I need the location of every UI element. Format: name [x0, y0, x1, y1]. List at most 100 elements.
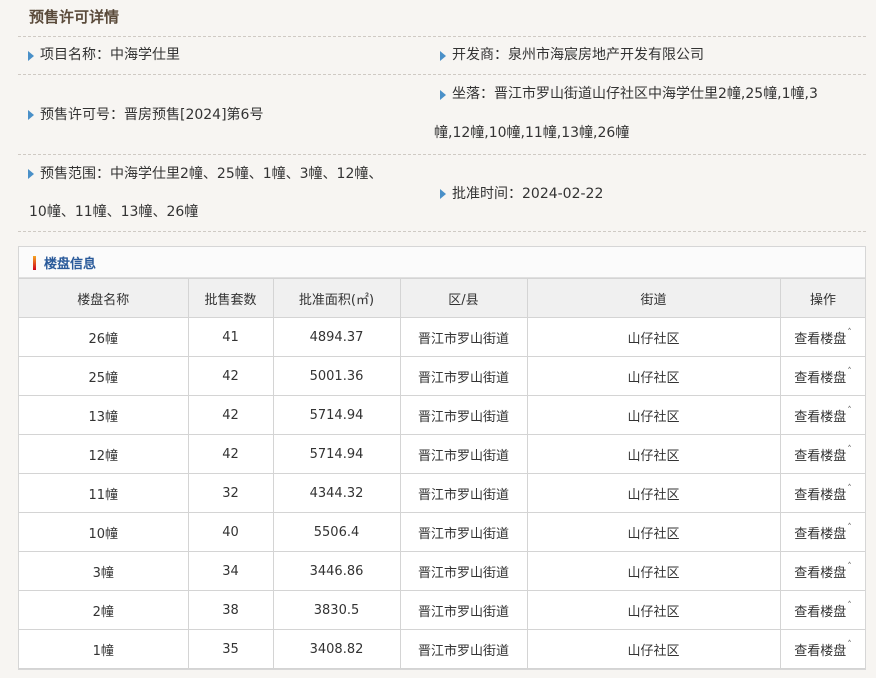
triangle-right-icon [440, 90, 446, 100]
column-header: 批准面积(㎡) [272, 278, 401, 318]
area-cell: 5506.4 [272, 512, 401, 552]
view-building-link[interactable]: 查看楼盘 [794, 449, 852, 464]
units-cell: 38 [187, 590, 274, 630]
area-cell: 3830.5 [272, 590, 401, 630]
section-marker-icon [33, 256, 36, 270]
area-cell: 5714.94 [272, 395, 401, 435]
building-table: 楼盘名称 批售套数 批准面积(㎡) 区/县 街道 操作 26幢 41 4894.37… [19, 278, 865, 669]
building-name-cell: 2幢 [19, 590, 189, 630]
view-building-link[interactable]: 查看楼盘 [794, 332, 852, 347]
table-row: 3幢 34 3446.86 晋江市罗山街道 山仔社区 查看楼盘 [19, 551, 865, 591]
permit-number-field: 预售许可号：晋房预售[2024]第6号 [18, 75, 430, 154]
street-cell: 山仔社区 [526, 356, 781, 396]
action-cell: 查看楼盘 [779, 473, 865, 513]
project-name-field: 项目名称：中海学仕里 [18, 37, 430, 74]
column-header: 区/县 [399, 278, 528, 318]
area-cell: 4344.32 [272, 473, 401, 513]
street-cell: 山仔社区 [526, 590, 781, 630]
street-cell: 山仔社区 [526, 512, 781, 552]
triangle-right-icon [28, 110, 34, 120]
sale-range-text-line1: 预售范围：中海学仕里2幢、25幢、1幢、3幢、12幢、 [40, 166, 383, 182]
table-row: 10幢 40 5506.4 晋江市罗山街道 山仔社区 查看楼盘 [19, 512, 865, 552]
street-cell: 山仔社区 [526, 629, 781, 669]
district-cell: 晋江市罗山街道 [399, 590, 528, 630]
info-section: 项目名称：中海学仕里 开发商：泉州市海宸房地产开发有限公司 预售许可号：晋房预售… [18, 37, 866, 232]
building-name-cell: 25幢 [19, 356, 189, 396]
view-building-link[interactable]: 查看楼盘 [794, 566, 852, 581]
action-cell: 查看楼盘 [779, 512, 865, 552]
panel-title: 楼盘信息 [44, 257, 97, 272]
area-cell: 3408.82 [272, 629, 401, 669]
table-row: 11幢 32 4344.32 晋江市罗山街道 山仔社区 查看楼盘 [19, 473, 865, 513]
units-cell: 34 [187, 551, 274, 591]
page-title: 预售许可详情 [29, 8, 120, 26]
action-cell: 查看楼盘 [779, 395, 865, 435]
triangle-right-icon [440, 189, 446, 199]
building-name-cell: 10幢 [19, 512, 189, 552]
location-field: 坐落：晋江市罗山街道山仔社区中海学仕里2幢,25幢,1幢,3 幢,12幢,10幢… [430, 75, 866, 154]
view-building-link[interactable]: 查看楼盘 [794, 371, 852, 386]
units-cell: 42 [187, 356, 274, 396]
district-cell: 晋江市罗山街道 [399, 395, 528, 435]
table-row: 13幢 42 5714.94 晋江市罗山街道 山仔社区 查看楼盘 [19, 395, 865, 435]
triangle-right-icon [28, 169, 34, 179]
view-building-link[interactable]: 查看楼盘 [794, 605, 852, 620]
column-header: 街道 [526, 278, 781, 318]
action-cell: 查看楼盘 [779, 434, 865, 474]
district-cell: 晋江市罗山街道 [399, 551, 528, 591]
triangle-right-icon [440, 51, 446, 61]
area-cell: 3446.86 [272, 551, 401, 591]
sale-range-text-line2: 10幢、11幢、13幢、26幢 [29, 204, 199, 220]
info-row: 预售许可号：晋房预售[2024]第6号 坐落：晋江市罗山街道山仔社区中海学仕里2… [18, 75, 866, 155]
action-cell: 查看楼盘 [779, 317, 865, 357]
panel-header: 楼盘信息 [19, 247, 865, 278]
approval-date-text: 批准时间：2024-02-22 [452, 186, 604, 202]
district-cell: 晋江市罗山街道 [399, 356, 528, 396]
table-row: 1幢 35 3408.82 晋江市罗山街道 山仔社区 查看楼盘 [19, 629, 865, 669]
street-cell: 山仔社区 [526, 434, 781, 474]
street-cell: 山仔社区 [526, 317, 781, 357]
units-cell: 32 [187, 473, 274, 513]
developer-field: 开发商：泉州市海宸房地产开发有限公司 [430, 37, 866, 74]
district-cell: 晋江市罗山街道 [399, 434, 528, 474]
view-building-link[interactable]: 查看楼盘 [794, 527, 852, 542]
district-cell: 晋江市罗山街道 [399, 629, 528, 669]
permit-number-text: 预售许可号：晋房预售[2024]第6号 [40, 107, 264, 123]
street-cell: 山仔社区 [526, 395, 781, 435]
table-row: 26幢 41 4894.37 晋江市罗山街道 山仔社区 查看楼盘 [19, 317, 865, 357]
district-cell: 晋江市罗山街道 [399, 317, 528, 357]
action-cell: 查看楼盘 [779, 590, 865, 630]
column-header: 批售套数 [187, 278, 274, 318]
view-building-link[interactable]: 查看楼盘 [794, 644, 852, 659]
units-cell: 35 [187, 629, 274, 669]
units-cell: 42 [187, 395, 274, 435]
building-name-cell: 26幢 [19, 317, 189, 357]
column-header: 操作 [779, 278, 865, 318]
triangle-right-icon [28, 51, 34, 61]
approval-date-field: 批准时间：2024-02-22 [430, 155, 866, 231]
view-building-link[interactable]: 查看楼盘 [794, 410, 852, 425]
building-name-cell: 11幢 [19, 473, 189, 513]
area-cell: 4894.37 [272, 317, 401, 357]
project-name-text: 项目名称：中海学仕里 [40, 47, 180, 63]
table-row: 25幢 42 5001.36 晋江市罗山街道 山仔社区 查看楼盘 [19, 356, 865, 396]
action-cell: 查看楼盘 [779, 551, 865, 591]
building-name-cell: 13幢 [19, 395, 189, 435]
table-row: 12幢 42 5714.94 晋江市罗山街道 山仔社区 查看楼盘 [19, 434, 865, 474]
street-cell: 山仔社区 [526, 551, 781, 591]
building-name-cell: 12幢 [19, 434, 189, 474]
developer-text: 开发商：泉州市海宸房地产开发有限公司 [452, 47, 704, 63]
district-cell: 晋江市罗山街道 [399, 512, 528, 552]
units-cell: 42 [187, 434, 274, 474]
column-header: 楼盘名称 [19, 278, 189, 318]
units-cell: 40 [187, 512, 274, 552]
location-text-line2: 幢,12幢,10幢,11幢,13幢,26幢 [434, 125, 630, 141]
area-cell: 5001.36 [272, 356, 401, 396]
street-cell: 山仔社区 [526, 473, 781, 513]
page: 预售许可详情 项目名称：中海学仕里 开发商：泉州市海宸房地产开发有限公司 预售许… [0, 0, 876, 678]
district-cell: 晋江市罗山街道 [399, 473, 528, 513]
table-row: 2幢 38 3830.5 晋江市罗山街道 山仔社区 查看楼盘 [19, 590, 865, 630]
view-building-link[interactable]: 查看楼盘 [794, 488, 852, 503]
units-cell: 41 [187, 317, 274, 357]
location-text-line1: 坐落：晋江市罗山街道山仔社区中海学仕里2幢,25幢,1幢,3 [452, 86, 818, 102]
